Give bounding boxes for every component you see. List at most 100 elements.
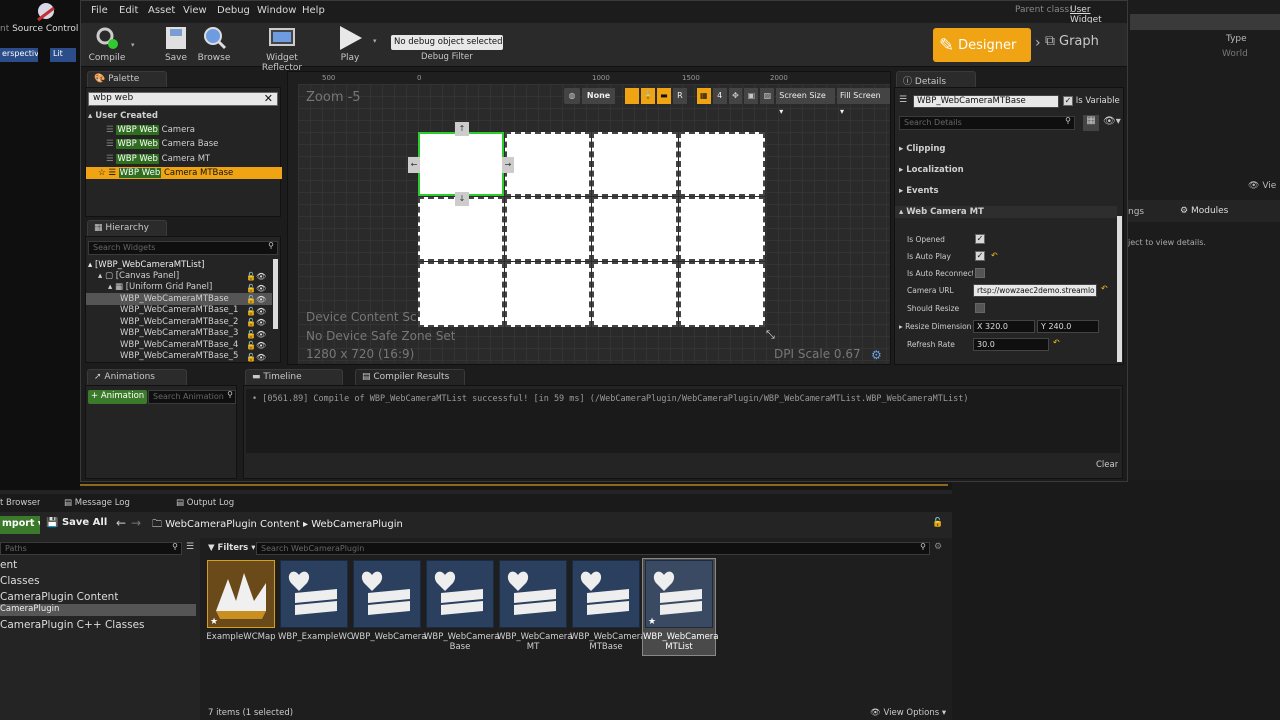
globe-icon[interactable]: ◍: [564, 88, 580, 104]
animations-tab[interactable]: ➚ Animations: [87, 369, 187, 385]
hierarchy-item[interactable]: WBP_WebCameraMTBase_5: [120, 350, 238, 362]
palette-tab[interactable]: 🎨 Palette: [87, 71, 167, 87]
camera-cell[interactable]: [592, 197, 678, 261]
is-auto-reconnect-checkbox[interactable]: [975, 268, 985, 278]
fill-screen-select[interactable]: Fill Screen ▾: [836, 88, 890, 116]
is-variable-checkbox[interactable]: ✓ Is Variable: [1063, 96, 1120, 106]
paths-search-input[interactable]: Paths ⚲: [0, 542, 182, 555]
lit-button[interactable]: Lit: [50, 48, 76, 62]
asset-tile-widget[interactable]: [280, 560, 348, 628]
camera-cell[interactable]: [418, 197, 504, 261]
widget-name-input[interactable]: WBP_WebCameraMTBase: [913, 95, 1059, 108]
camera-cell[interactable]: [592, 262, 678, 327]
hierarchy-tab[interactable]: ▦ Hierarchy: [87, 220, 167, 236]
should-resize-checkbox[interactable]: [975, 303, 985, 313]
refresh-rate-input[interactable]: 30.0: [973, 338, 1049, 351]
breadcrumb-item[interactable]: WebCameraPlugin: [311, 519, 403, 530]
details-search-input[interactable]: Search Details ⚲: [899, 116, 1075, 130]
grid-snap-icon[interactable]: ▦: [696, 88, 711, 104]
camera-cell[interactable]: [418, 262, 504, 327]
breadcrumb-item[interactable]: WebCameraPlugin Content: [165, 519, 300, 530]
camera-cell[interactable]: [679, 197, 765, 261]
is-auto-play-checkbox[interactable]: ✓: [975, 251, 985, 261]
list-view-icon[interactable]: ☰: [186, 542, 194, 552]
camera-cell[interactable]: [505, 197, 591, 261]
asset-search-input[interactable]: Search WebCameraPlugin ⚲: [256, 542, 930, 555]
folder-tree-item[interactable]: CameraPlugin C++ Classes: [0, 619, 145, 631]
forward-arrow-icon[interactable]: →: [131, 516, 141, 530]
play-options-chevron-icon[interactable]: ▾: [373, 37, 377, 45]
designer-mode-button[interactable]: ✎ Designer: [933, 28, 1031, 62]
reset-default-icon[interactable]: ↶: [1053, 338, 1060, 347]
perspective-button[interactable]: erspective: [0, 48, 38, 62]
layout-mode-button[interactable]: [625, 88, 640, 104]
screen-size-select[interactable]: Screen Size ▾: [776, 88, 835, 116]
source-control-icon[interactable]: [28, 2, 64, 24]
asset-tile-widget-selected[interactable]: ★: [645, 560, 713, 628]
lock-icon[interactable]: 🔒: [641, 88, 655, 104]
palette-item-selected[interactable]: ☆ ☰ WBP Web Camera MTBase: [86, 167, 282, 179]
asset-tile-widget[interactable]: [499, 560, 567, 628]
output-log-tab[interactable]: ▤ Output Log: [176, 498, 234, 508]
hierarchy-item[interactable]: ▴ ▦ [Uniform Grid Panel]: [108, 281, 212, 293]
asset-tile-widget[interactable]: [572, 560, 640, 628]
folder-tree-item[interactable]: Classes: [0, 575, 40, 587]
is-opened-checkbox[interactable]: ✓: [975, 234, 985, 244]
message-log-tab[interactable]: ▤ Message Log: [64, 498, 130, 508]
palette-item[interactable]: ☰ WBP Web Camera Base: [106, 138, 218, 150]
camera-cell[interactable]: [679, 262, 765, 327]
import-button[interactable]: mport ▾: [0, 516, 40, 534]
designer-canvas[interactable]: 500 0 1000 1500 2000 Zoom -5 ◍ None 🔒 ▬ …: [287, 71, 891, 365]
menu-edit[interactable]: Edit: [119, 5, 138, 16]
menu-view[interactable]: View: [183, 5, 207, 16]
modules-tab[interactable]: ⚙ Modules: [1180, 206, 1228, 216]
details-tab[interactable]: ⓘ Details: [896, 71, 976, 87]
timeline-tab[interactable]: ▬ Timeline: [245, 369, 343, 385]
back-arrow-icon[interactable]: ←: [116, 516, 126, 530]
section-localization[interactable]: ▸ Localization: [899, 164, 964, 176]
settings-gear-icon[interactable]: ⚙: [934, 542, 942, 552]
outliner-view-options[interactable]: 👁 Vie: [1248, 181, 1276, 191]
reset-default-icon[interactable]: ↶: [1101, 284, 1108, 293]
resize-x-input[interactable]: X 320.0: [973, 320, 1035, 333]
menu-debug[interactable]: Debug: [217, 5, 250, 16]
resize-y-input[interactable]: Y 240.0: [1037, 320, 1099, 333]
camera-cell[interactable]: [505, 262, 591, 327]
play-button[interactable]: Play: [333, 25, 367, 65]
settings-tab[interactable]: ngs: [1128, 207, 1144, 217]
eye-options-icon[interactable]: 👁▾: [1103, 116, 1121, 127]
hierarchy-scrollbar[interactable]: [273, 259, 278, 329]
widget-reflector-button[interactable]: Widget Reflector: [247, 25, 317, 73]
lock-visibility-icons[interactable]: 🔓👁 🔓👁 🔓👁 🔓👁 🔓👁 🔓👁 🔓👁 🔓👁: [246, 271, 266, 363]
debug-object-select[interactable]: No debug object selected ▾: [391, 35, 503, 50]
resize-handle-bottom-icon[interactable]: ↓: [455, 192, 469, 206]
section-events[interactable]: ▸ Events: [899, 185, 939, 197]
compiler-results-tab[interactable]: ▤ Compiler Results: [355, 369, 465, 385]
image-icon[interactable]: ▨: [760, 88, 775, 104]
section-clipping[interactable]: ▸ Clipping: [899, 143, 946, 155]
save-button[interactable]: Save: [161, 25, 191, 65]
camera-cell[interactable]: [505, 132, 591, 196]
hierarchy-search-input[interactable]: Search Widgets ⚲: [88, 241, 278, 255]
widget-preview[interactable]: ↑ ↓ ← → ⤡: [408, 122, 775, 341]
r-button[interactable]: R: [672, 88, 687, 104]
palette-item[interactable]: ☰ WBP Web Camera MT: [106, 153, 210, 165]
section-web-camera-mt[interactable]: ▴ Web Camera MT: [895, 206, 1117, 218]
reset-default-icon[interactable]: ↶: [991, 251, 998, 260]
resize-handle-top-icon[interactable]: ↑: [455, 122, 469, 136]
anchor-none-button[interactable]: None: [581, 88, 616, 104]
dpi-icon[interactable]: ▣: [744, 88, 759, 104]
graph-mode-button[interactable]: ⧉ Graph: [1045, 33, 1099, 49]
details-scrollbar[interactable]: [1117, 216, 1122, 362]
asset-tile-map[interactable]: ★: [207, 560, 275, 628]
property-matrix-icon[interactable]: ▦: [1083, 115, 1099, 131]
menu-asset[interactable]: Asset: [148, 5, 175, 16]
add-animation-button[interactable]: + Animation: [88, 390, 148, 404]
browse-button[interactable]: Browse: [195, 25, 233, 65]
menu-window[interactable]: Window: [257, 5, 296, 16]
compile-button[interactable]: Compile: [85, 25, 129, 65]
camera-cell[interactable]: [592, 132, 678, 196]
compile-options-chevron-icon[interactable]: ▾: [131, 41, 135, 49]
view-options-button[interactable]: 👁 View Options ▾: [870, 708, 946, 718]
clear-search-icon[interactable]: ✕: [264, 92, 273, 105]
